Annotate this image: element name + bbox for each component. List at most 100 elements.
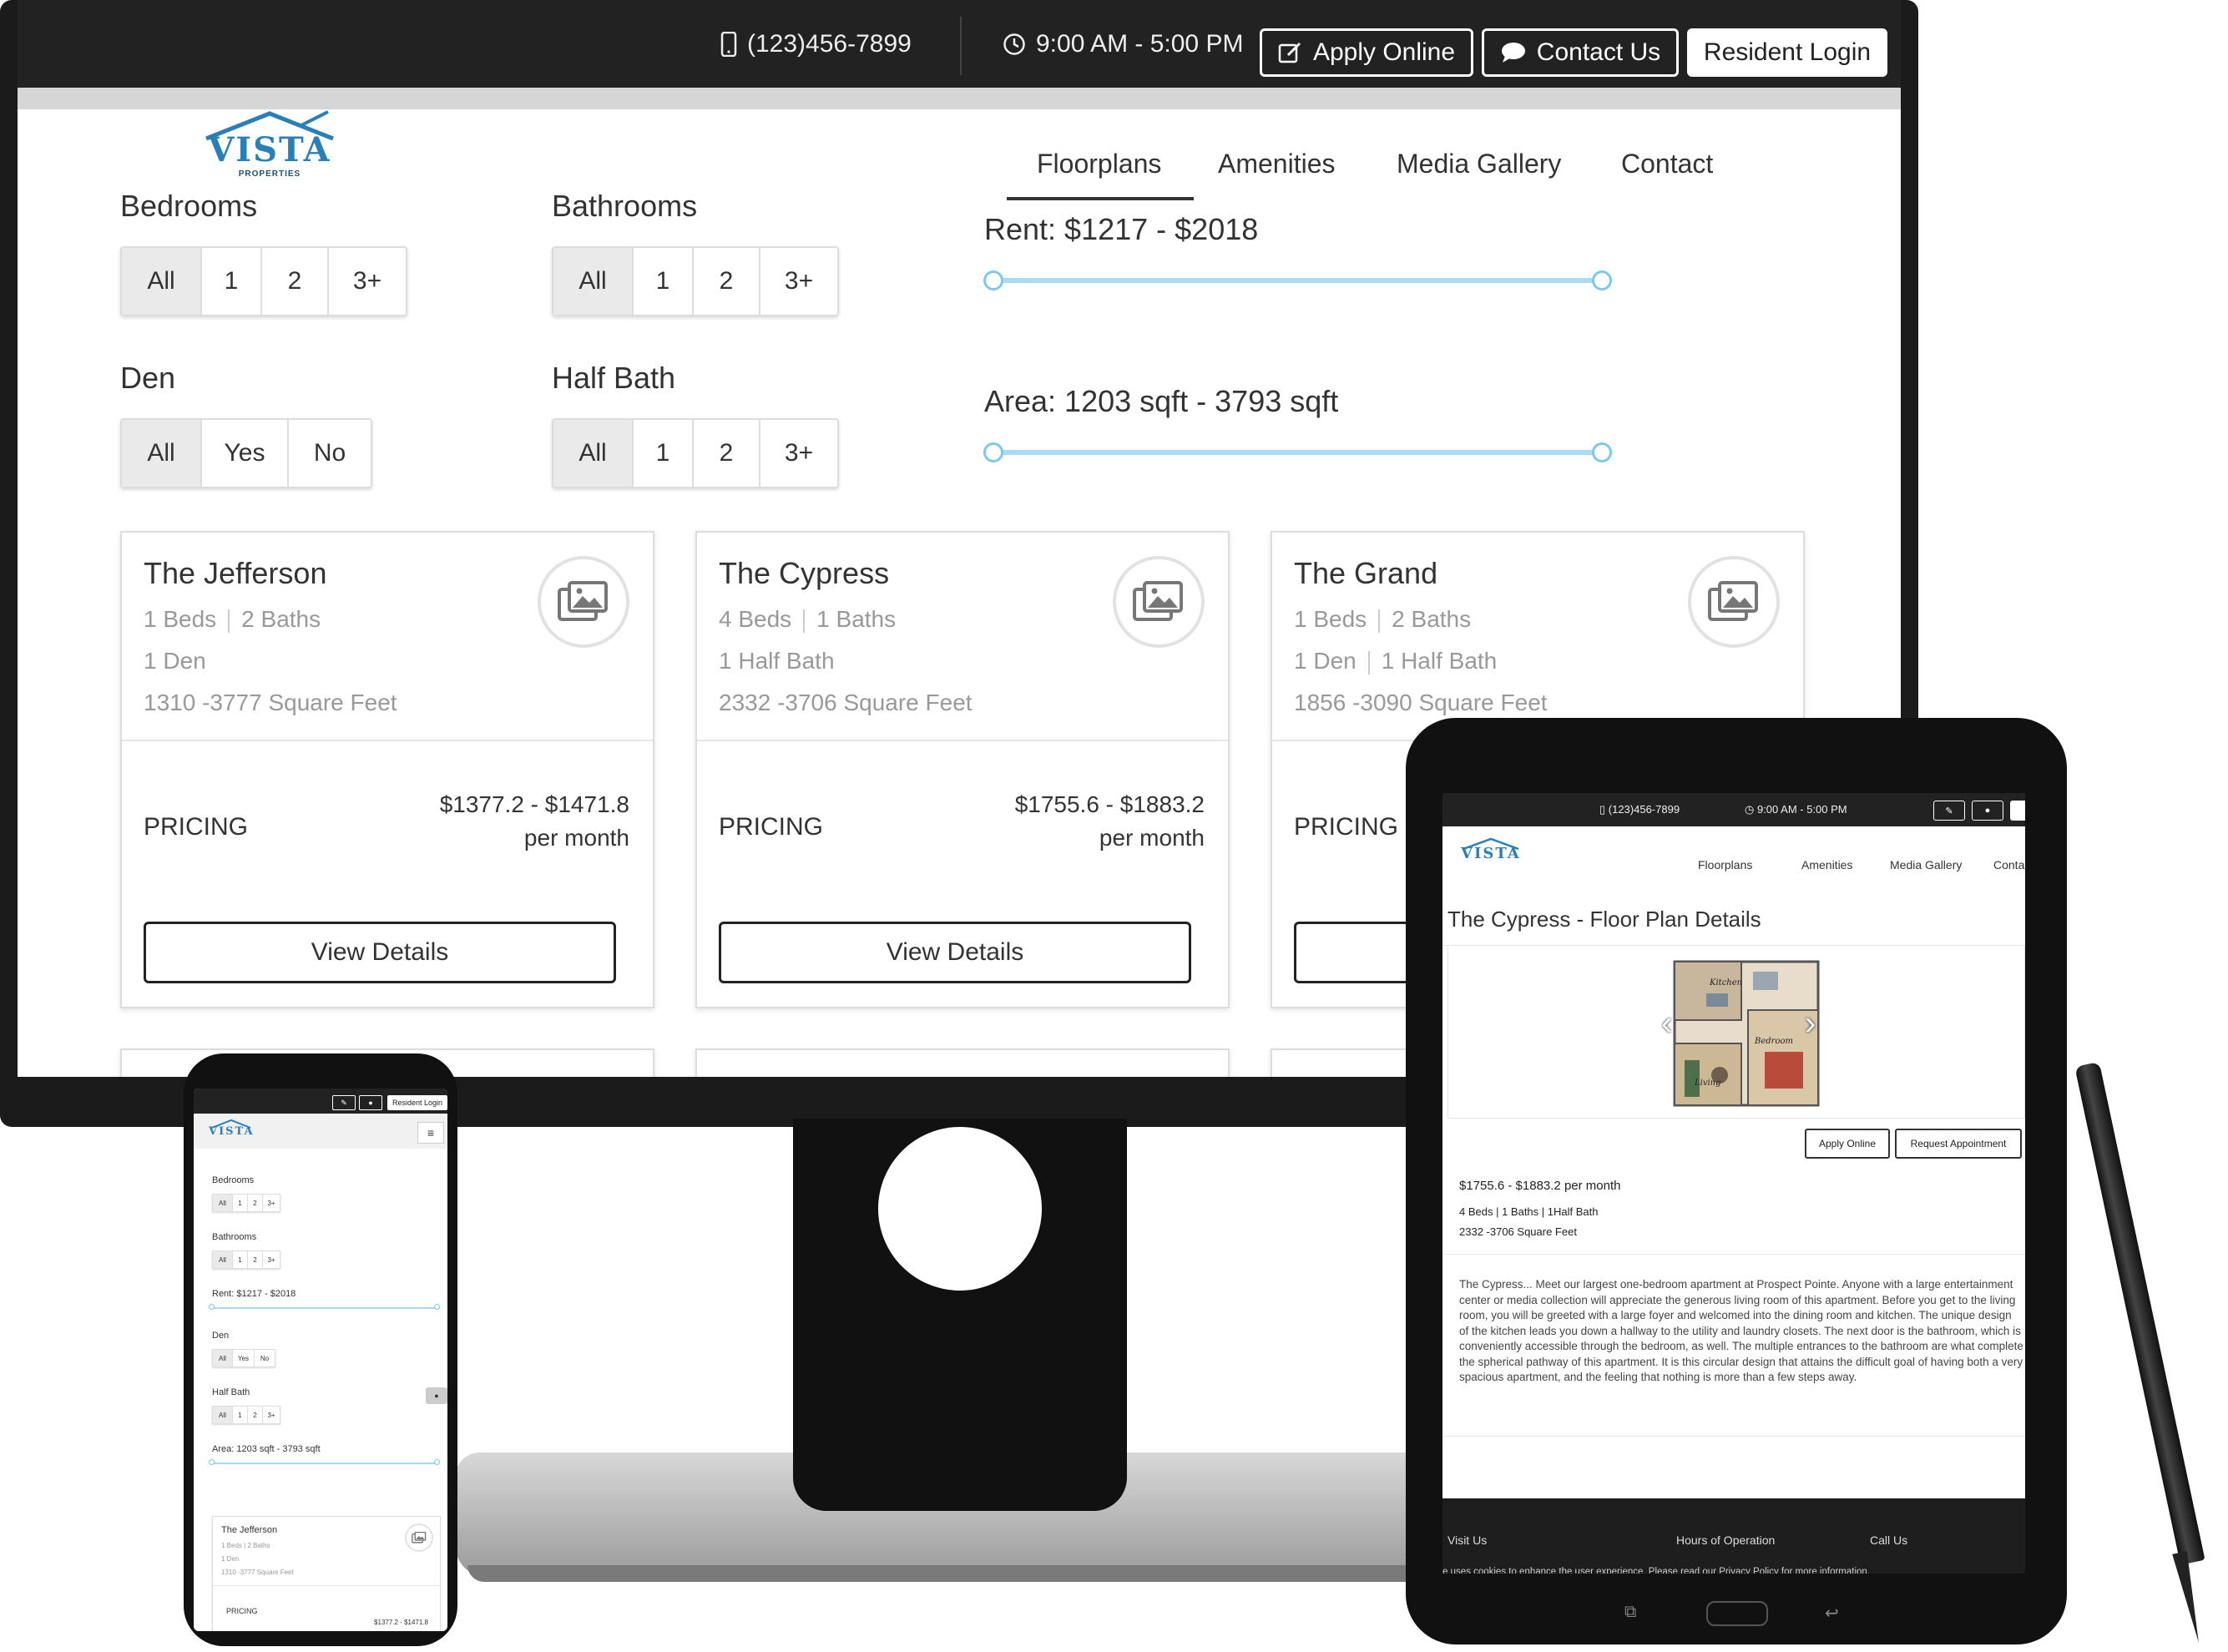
den-yes[interactable]: Yes	[202, 420, 289, 487]
mobile-halfbath-3plus[interactable]: 3+	[263, 1407, 280, 1423]
halfbath-2[interactable]: 2	[694, 420, 760, 487]
bedrooms-label: Bedrooms	[120, 189, 258, 223]
area-slider-min-handle[interactable]	[983, 442, 1003, 462]
mobile-bathrooms-label: Bathrooms	[212, 1232, 257, 1242]
halfbath-3plus[interactable]: 3+	[760, 420, 837, 487]
mobile-bathrooms-3plus[interactable]: 3+	[263, 1251, 280, 1268]
area-slider-track[interactable]	[994, 450, 1604, 455]
tablet-nav-floorplans[interactable]: Floorplans	[1698, 858, 1752, 871]
chat-widget-icon[interactable]: ●	[426, 1387, 447, 1404]
phone-contact[interactable]: (123)456-7899	[720, 30, 912, 58]
back-icon[interactable]: ↩	[1825, 1603, 1839, 1624]
mobile-resident-login-button[interactable]: Resident Login	[387, 1095, 447, 1110]
tablet-chat-icon-button[interactable]: ●	[1972, 801, 2003, 821]
tablet-login-button[interactable]	[2010, 801, 2025, 821]
vista-logo[interactable]: VISTA PROPERTIES	[203, 109, 336, 179]
floor-plan-heading: The Cypress - Floor Plan Details	[1447, 907, 1761, 932]
mobile-pricing-label: PRICING	[226, 1607, 258, 1615]
mobile-rent-min-handle[interactable]	[209, 1304, 215, 1310]
hours-text: 9:00 AM - 5:00 PM	[1036, 30, 1244, 58]
mobile-bathrooms-1[interactable]: 1	[233, 1251, 248, 1268]
bathrooms-1[interactable]: 1	[634, 248, 694, 315]
bedrooms-3plus[interactable]: 3+	[329, 248, 406, 315]
bathrooms-filter: All 1 2 3+	[552, 246, 839, 316]
details-divider	[1442, 1254, 2025, 1255]
tablet-apply-icon-button[interactable]: ✎	[1933, 801, 1965, 821]
tablet-logo[interactable]: VISTA	[1461, 836, 1521, 862]
mobile-area-min-handle[interactable]	[209, 1459, 215, 1465]
recent-apps-icon[interactable]: ⧉	[1624, 1603, 1636, 1622]
mobile-apply-button[interactable]: ✎	[332, 1095, 356, 1110]
nav-floorplans[interactable]: Floorplans	[1037, 149, 1161, 179]
card-title[interactable]: The Grand	[1294, 556, 1437, 591]
nav-media-gallery[interactable]: Media Gallery	[1397, 149, 1561, 179]
apply-online-button[interactable]: Apply Online	[1260, 28, 1473, 77]
mobile-bathrooms-all[interactable]: All	[213, 1251, 233, 1268]
mobile-halfbath-2[interactable]: 2	[248, 1407, 263, 1423]
mobile-logo[interactable]: VISTA	[209, 1119, 255, 1138]
mobile-bedrooms-1[interactable]: 1	[233, 1195, 248, 1211]
bedrooms-1[interactable]: 1	[202, 248, 262, 315]
chevron-right-icon[interactable]: ›	[1805, 1007, 1825, 1040]
mobile-den-no[interactable]: No	[255, 1350, 275, 1367]
tablet-nav-amenities[interactable]: Amenities	[1801, 858, 1852, 871]
tablet-nav-contact[interactable]: Contact	[1993, 858, 2025, 871]
mobile-bathrooms-filter: All 1 2 3+	[212, 1250, 280, 1269]
menu-icon[interactable]: ≡	[417, 1122, 444, 1144]
bathrooms-all[interactable]: All	[553, 248, 634, 315]
mobile-bedrooms-3plus[interactable]: 3+	[263, 1195, 280, 1211]
floorplan-image[interactable]: Kitchen Bedroom Living	[1673, 960, 1820, 1107]
mobile-halfbath-1[interactable]: 1	[233, 1407, 248, 1423]
card-divider	[697, 740, 1228, 741]
tablet-apply-online-button[interactable]: Apply Online	[1805, 1129, 1890, 1159]
tablet-nav-media-gallery[interactable]: Media Gallery	[1890, 858, 1962, 871]
apply-online-label: Apply Online	[1312, 38, 1456, 66]
mobile-area-max-handle[interactable]	[434, 1459, 440, 1465]
chat-icon: ●	[368, 1099, 373, 1107]
mobile-bedrooms-all[interactable]: All	[213, 1195, 233, 1211]
contact-us-button[interactable]: Contact Us	[1482, 28, 1679, 77]
mobile-rent-max-handle[interactable]	[434, 1304, 440, 1310]
rent-slider-min-handle[interactable]	[983, 270, 1003, 290]
mobile-halfbath-all[interactable]: All	[213, 1407, 233, 1423]
chevron-left-icon[interactable]: ‹	[1661, 1007, 1681, 1040]
gallery-button[interactable]	[538, 556, 629, 648]
bedrooms-all[interactable]: All	[122, 248, 202, 315]
card-title[interactable]: The Jefferson	[144, 556, 326, 591]
card-title[interactable]: The Cypress	[719, 556, 889, 591]
mobile-bedrooms-2[interactable]: 2	[248, 1195, 263, 1211]
mobile-den-yes[interactable]: Yes	[233, 1350, 255, 1367]
mobile-rent-slider[interactable]	[212, 1307, 437, 1309]
rent-slider-max-handle[interactable]	[1592, 270, 1612, 290]
bathrooms-3plus[interactable]: 3+	[760, 248, 837, 315]
mobile-bathrooms-2[interactable]: 2	[248, 1251, 263, 1268]
rent-slider-track[interactable]	[994, 278, 1604, 283]
tablet-logo-wordmark: VISTA	[1461, 845, 1521, 862]
mobile-gallery-button[interactable]	[405, 1523, 433, 1552]
nav-contact[interactable]: Contact	[1621, 149, 1713, 179]
halfbath-all[interactable]: All	[553, 420, 634, 487]
home-button[interactable]	[1706, 1601, 1768, 1626]
tablet-screen: ▯ (123)456-7899 ◷ 9:00 AM - 5:00 PM ✎ ● …	[1442, 793, 2025, 1574]
area-slider-max-handle[interactable]	[1592, 442, 1612, 462]
tablet-phone[interactable]: ▯ (123)456-7899	[1599, 803, 1680, 816]
halfbath-1[interactable]: 1	[634, 420, 694, 487]
edit-icon	[1278, 42, 1301, 63]
resident-login-button[interactable]: Resident Login	[1687, 28, 1887, 77]
view-details-button[interactable]: View Details	[144, 922, 616, 983]
bathrooms-2[interactable]: 2	[694, 248, 760, 315]
mobile-contact-button[interactable]: ●	[359, 1095, 382, 1110]
price-range: $1755.6 - $1883.2 per month	[1015, 788, 1205, 855]
bedrooms-2[interactable]: 2	[262, 248, 329, 315]
nav-amenities[interactable]: Amenities	[1218, 149, 1336, 179]
mobile-den-all[interactable]: All	[213, 1350, 233, 1367]
gallery-button[interactable]	[1688, 556, 1780, 648]
mobile-area-slider[interactable]	[212, 1463, 437, 1464]
den-no[interactable]: No	[289, 420, 371, 487]
gallery-button[interactable]	[1113, 556, 1205, 648]
mobile-card-divider	[213, 1585, 440, 1586]
mobile-card-title[interactable]: The Jefferson	[221, 1525, 277, 1535]
request-appointment-button[interactable]: Request Appointment	[1895, 1129, 2022, 1159]
den-all[interactable]: All	[122, 420, 202, 487]
view-details-button[interactable]: View Details	[719, 922, 1191, 983]
